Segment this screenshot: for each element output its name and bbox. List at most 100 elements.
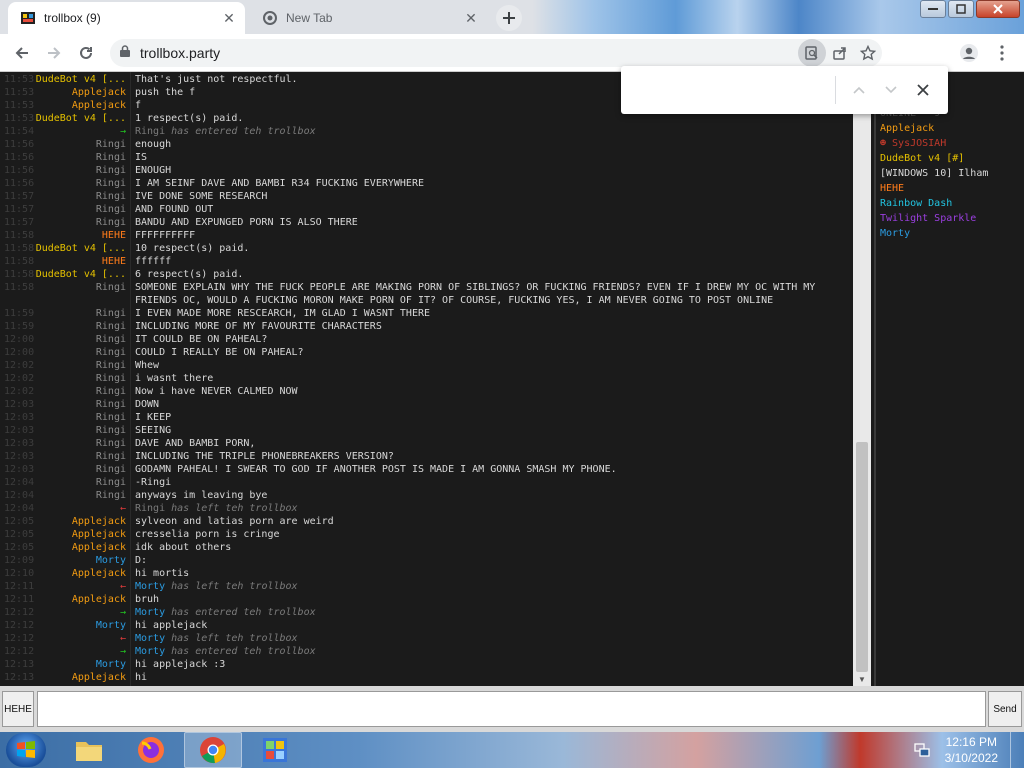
find-close-button[interactable] [911,78,935,102]
message-nick[interactable]: Ringi [96,412,126,423]
message-nick[interactable]: DudeBot v4 [... [36,113,126,124]
system-nick[interactable]: Morty [135,607,165,618]
address-bar[interactable]: trollbox.party [110,39,882,67]
message-text: idk about others [135,542,232,553]
find-input[interactable] [631,78,841,102]
online-user[interactable]: Rainbow Dash [880,198,952,209]
message-nick[interactable]: Ringi [96,282,126,293]
system-text: has entered teh trollbox [165,646,316,657]
close-window-button[interactable] [976,0,1020,18]
message-nick[interactable]: DudeBot v4 [... [36,243,126,254]
message-nick[interactable]: Applejack [72,594,126,605]
message-text: Morty has left teh trollbox [135,581,298,592]
message-nick[interactable]: Ringi [96,191,126,202]
system-nick[interactable]: Morty [135,646,165,657]
message-nick[interactable]: HEHE [102,230,126,241]
taskbar-app-cubes[interactable] [246,732,304,768]
find-in-page-icon[interactable] [798,39,826,67]
message-nick[interactable]: Applejack [72,542,126,553]
minimize-button[interactable] [920,0,946,18]
online-user[interactable]: [WINDOWS 10] Ilham [880,168,988,179]
system-nick[interactable]: Morty [135,581,165,592]
browser-menu-icon[interactable] [990,41,1014,65]
scroll-down-arrow-icon[interactable]: ▼ [853,672,871,686]
online-user[interactable]: HEHE [880,183,904,194]
taskbar-firefox[interactable] [122,732,180,768]
online-user[interactable]: Twilight Sparkle [880,213,976,224]
online-user[interactable]: DudeBot v4 [#] [880,153,964,164]
system-nick[interactable]: Ringi [135,503,165,514]
message-nick[interactable]: DudeBot v4 [... [36,269,126,280]
maximize-button[interactable] [948,0,974,18]
chat-scrollbar[interactable]: ▼ [853,72,871,686]
online-user[interactable]: Morty [880,228,910,239]
tab-close-icon[interactable]: ✕ [219,8,239,28]
network-icon[interactable] [914,742,930,763]
message-nick[interactable]: Applejack [72,87,126,98]
message-nick[interactable]: HEHE [102,256,126,267]
message-nick[interactable]: Ringi [96,347,126,358]
chat-log[interactable]: 11:53 DudeBot v4 [... That's just not resp… [0,72,853,686]
message-nick[interactable]: Ringi [96,204,126,215]
message-nick[interactable]: Ringi [96,178,126,189]
clock[interactable]: 12:16 PM 3/10/2022 [945,734,998,766]
message-nick[interactable]: Ringi [96,152,126,163]
message-nick[interactable]: Applejack [72,568,126,579]
message-timestamp: 12:11 [4,594,35,605]
message-text: GODAMN PAHEAL! I SWEAR TO GOD IF ANOTHER… [135,464,617,475]
message-nick[interactable]: Ringi [96,386,126,397]
message-nick[interactable]: Applejack [72,516,126,527]
message-nick[interactable]: Ringi [96,399,126,410]
back-button[interactable] [10,41,34,65]
message-nick[interactable]: Ringi [96,165,126,176]
message-nick[interactable]: Morty [96,555,126,566]
message-nick[interactable]: Ringi [96,464,126,475]
message-nick[interactable]: Applejack [72,529,126,540]
message-nick[interactable]: Ringi [96,308,126,319]
find-next-button[interactable] [879,78,903,102]
chat-message-row: 12:03 Ringi I KEEP [0,412,853,425]
message-nick[interactable]: Ringi [96,373,126,384]
tab-close-icon[interactable]: ✕ [461,8,481,28]
start-button[interactable] [6,733,46,767]
message-nick[interactable]: Morty [96,620,126,631]
tab-trollbox[interactable]: trollbox (9) ✕ [8,2,245,34]
tab-new-tab[interactable]: New Tab ✕ [250,2,487,34]
message-nick[interactable]: Ringi [96,438,126,449]
message-input[interactable] [37,691,986,727]
scrollbar-thumb[interactable] [856,442,868,672]
system-nick[interactable]: Ringi [135,126,165,137]
message-nick[interactable]: Applejack [72,672,126,683]
message-nick[interactable]: Morty [96,659,126,670]
message-nick[interactable]: Ringi [96,490,126,501]
send-button[interactable]: Send [988,691,1022,727]
bookmark-star-icon[interactable] [854,39,882,67]
message-nick[interactable]: Ringi [96,360,126,371]
message-text: 10 respect(s) paid. [135,243,250,254]
message-nick[interactable]: Ringi [96,425,126,436]
new-tab-button[interactable] [496,5,522,31]
taskbar-chrome[interactable] [184,732,242,768]
message-nick[interactable]: DudeBot v4 [... [36,74,126,85]
taskbar-file-explorer[interactable] [60,732,118,768]
message-nick[interactable]: Ringi [96,477,126,488]
online-user[interactable]: Applejack [880,123,934,134]
message-nick[interactable]: Ringi [96,321,126,332]
message-nick[interactable]: Applejack [72,100,126,111]
message-nick[interactable]: Ringi [96,451,126,462]
reload-button[interactable] [74,41,98,65]
message-nick[interactable]: Ringi [96,217,126,228]
system-tray: 12:16 PM 3/10/2022 [914,732,1024,768]
profile-avatar-icon[interactable] [957,41,981,65]
show-desktop-button[interactable] [1010,732,1024,768]
forward-button[interactable] [42,41,66,65]
nickname-button[interactable]: HEHE [2,691,34,727]
system-nick[interactable]: Morty [135,633,165,644]
message-nick[interactable]: Ringi [96,334,126,345]
share-icon[interactable] [826,39,854,67]
find-previous-button[interactable] [847,78,871,102]
online-user[interactable]: ☻ SysJOSIAH [880,138,946,149]
message-timestamp: 11:58 [4,256,35,267]
chat-message-row: 12:02 Ringi Whew [0,360,853,373]
message-nick[interactable]: Ringi [96,139,126,150]
